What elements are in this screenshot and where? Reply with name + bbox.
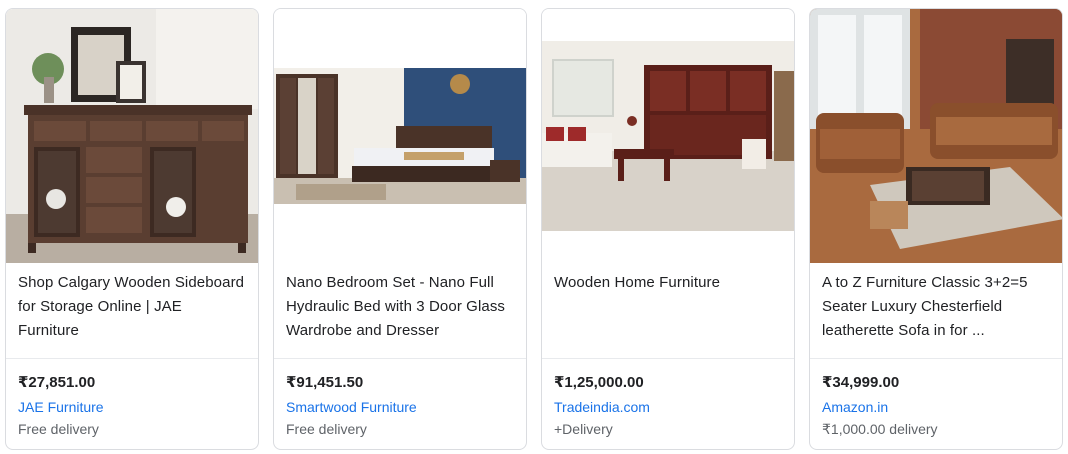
card-divider <box>274 358 526 359</box>
delivery-info: ₹1,000.00 delivery <box>822 421 938 437</box>
delivery-info: +Delivery <box>554 421 613 437</box>
product-title[interactable]: Shop Calgary Wooden Sideboard for Storag… <box>18 271 246 343</box>
product-title[interactable]: Nano Bedroom Set - Nano Full Hydraulic B… <box>286 271 514 343</box>
seller-name[interactable]: JAE Furniture <box>18 399 104 415</box>
product-image[interactable] <box>6 9 258 263</box>
shopping-results-row: Shop Calgary Wooden Sideboard for Storag… <box>0 0 1068 454</box>
product-price: ₹1,25,000.00 <box>554 374 644 391</box>
delivery-info: Free delivery <box>18 421 99 437</box>
delivery-info: Free delivery <box>286 421 367 437</box>
product-title[interactable]: Wooden Home Furniture <box>554 271 782 295</box>
product-card[interactable]: Shop Calgary Wooden Sideboard for Storag… <box>5 8 259 450</box>
product-title[interactable]: A to Z Furniture Classic 3+2=5 Seater Lu… <box>822 271 1050 343</box>
seller-name[interactable]: Tradeindia.com <box>554 399 650 415</box>
product-image[interactable] <box>810 9 1062 263</box>
product-price: ₹91,451.50 <box>286 374 364 391</box>
card-divider <box>542 358 794 359</box>
card-divider <box>6 358 258 359</box>
seller-name[interactable]: Amazon.in <box>822 399 888 415</box>
product-image[interactable] <box>542 9 794 263</box>
product-image[interactable] <box>274 9 526 263</box>
product-card[interactable]: A to Z Furniture Classic 3+2=5 Seater Lu… <box>809 8 1063 450</box>
product-price: ₹34,999.00 <box>822 374 900 391</box>
card-divider <box>810 358 1062 359</box>
product-card[interactable]: Nano Bedroom Set - Nano Full Hydraulic B… <box>273 8 527 450</box>
seller-name[interactable]: Smartwood Furniture <box>286 399 417 415</box>
product-price: ₹27,851.00 <box>18 374 96 391</box>
product-card[interactable]: Wooden Home Furniture ₹1,25,000.00 Trade… <box>541 8 795 450</box>
